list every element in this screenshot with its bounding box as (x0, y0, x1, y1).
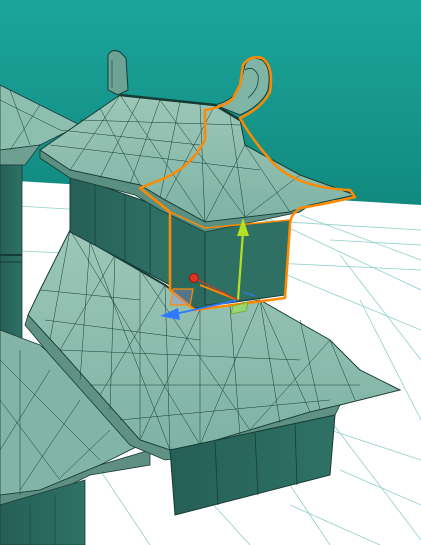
gizmo-plane-handle-icon[interactable] (169, 288, 194, 306)
3d-scene-viewport[interactable] (0, 0, 421, 545)
roof-ridge-ornament (107, 50, 129, 96)
